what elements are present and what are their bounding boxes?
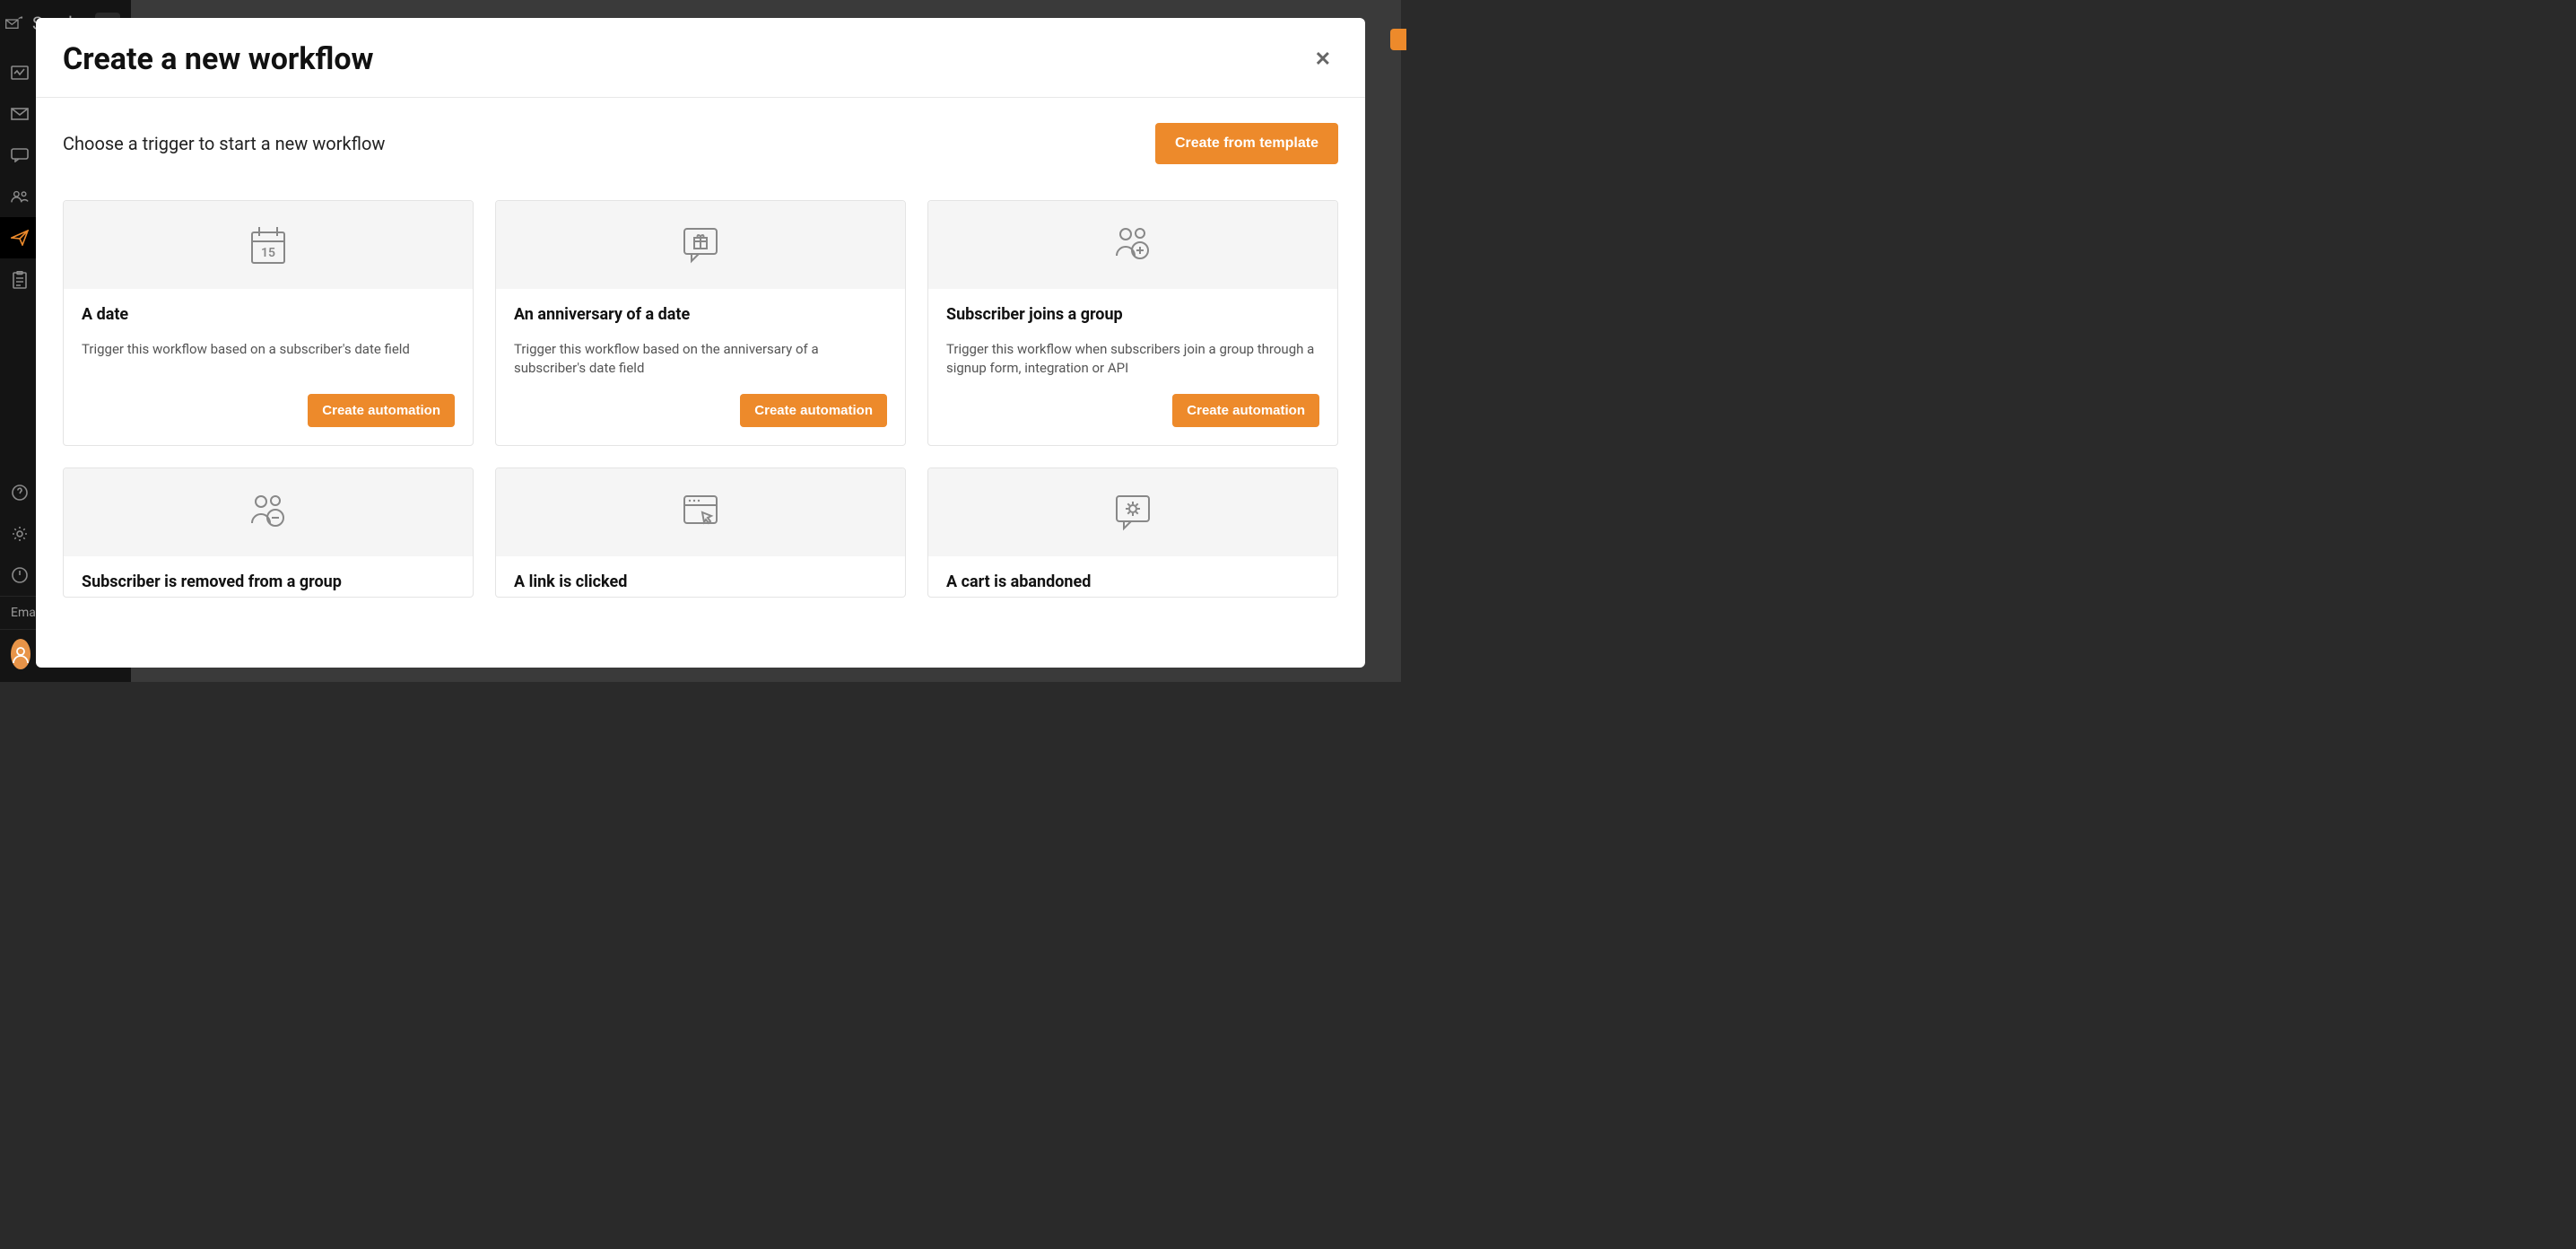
gear-message-icon <box>928 468 1337 556</box>
automation-icon <box>11 230 29 246</box>
card-title: A date <box>82 305 455 324</box>
card-title: Subscriber is removed from a group <box>82 572 455 591</box>
trigger-card-cart-abandoned[interactable]: A cart is abandoned Create automation <box>927 467 1338 598</box>
trigger-card-link-clicked[interactable]: A link is clicked Create automation <box>495 467 906 598</box>
trigger-card-joins-group[interactable]: Subscriber joins a group Trigger this wo… <box>927 200 1338 446</box>
help-icon <box>11 485 29 501</box>
modal-subheader-row: Choose a trigger to start a new workflow… <box>63 123 1338 164</box>
modal-body: Choose a trigger to start a new workflow… <box>36 98 1365 598</box>
dashboard-icon <box>11 66 29 80</box>
create-automation-button[interactable]: Create automation <box>308 394 455 427</box>
card-title: A cart is abandoned <box>946 572 1319 591</box>
trigger-card-removed-from-group[interactable]: Subscriber is removed from a group Creat… <box>63 467 474 598</box>
group-remove-icon <box>64 468 473 556</box>
close-icon[interactable]: ✕ <box>1308 45 1338 74</box>
card-description: Trigger this workflow based on the anniv… <box>514 340 887 378</box>
group-add-icon <box>928 201 1337 289</box>
card-title: An anniversary of a date <box>514 305 887 324</box>
trigger-card-date[interactable]: 15 A date Trigger this workflow based on… <box>63 200 474 446</box>
modal-header: Create a new workflow ✕ <box>36 18 1365 98</box>
gift-message-icon <box>496 201 905 289</box>
subscribers-icon <box>11 189 29 204</box>
card-description: Trigger this workflow based on a subscri… <box>82 340 455 378</box>
forms-icon <box>11 271 29 289</box>
brand-logo-icon <box>5 13 23 34</box>
browser-click-icon <box>496 468 905 556</box>
create-workflow-modal: Create a new workflow ✕ Choose a trigger… <box>36 18 1365 668</box>
svg-text:15: 15 <box>261 246 275 260</box>
email-icon <box>11 108 29 120</box>
card-title: A link is clicked <box>514 572 887 591</box>
background-orange-button-edge <box>1390 29 1406 50</box>
create-from-template-button[interactable]: Create from template <box>1155 123 1338 164</box>
calendar-icon: 15 <box>64 201 473 289</box>
trigger-card-anniversary[interactable]: An anniversary of a date Trigger this wo… <box>495 200 906 446</box>
sms-icon <box>11 148 29 162</box>
modal-title: Create a new workflow <box>63 41 374 77</box>
trigger-cards-grid: 15 A date Trigger this workflow based on… <box>63 200 1338 598</box>
card-title: Subscriber joins a group <box>946 305 1319 324</box>
card-description: Trigger this workflow when subscribers j… <box>946 340 1319 378</box>
settings-icon <box>11 526 29 542</box>
create-automation-button[interactable]: Create automation <box>1172 394 1319 427</box>
modal-subtitle: Choose a trigger to start a new workflow <box>63 133 385 154</box>
logout-icon <box>11 567 29 583</box>
avatar <box>11 639 30 669</box>
create-automation-button[interactable]: Create automation <box>740 394 887 427</box>
